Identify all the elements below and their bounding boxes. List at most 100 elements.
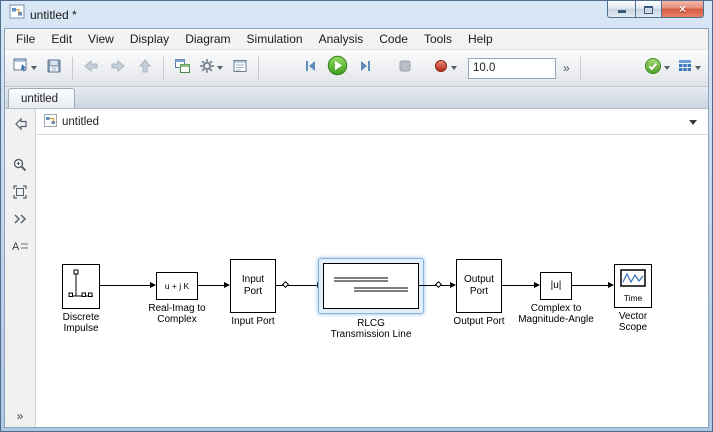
record-dropdown-caret[interactable] — [451, 66, 457, 70]
port-diamond — [281, 280, 290, 289]
menu-simulation[interactable]: Simulation — [239, 30, 311, 48]
block-input-port[interactable]: Input Port — [230, 259, 276, 313]
scope-time-text: Time — [623, 293, 643, 303]
grid-icon — [677, 58, 693, 79]
output-port-icon-text: Output — [463, 274, 495, 285]
run-button[interactable] — [325, 55, 350, 81]
new-model-button[interactable] — [10, 55, 39, 81]
discrete-impulse-icon — [66, 265, 96, 308]
main-area: A » untitled Discrete Impulse u + j K Re… — [5, 109, 708, 427]
model-properties-button[interactable] — [228, 55, 252, 81]
model-browser-button[interactable] — [170, 55, 194, 81]
sidebar-overflow-chevron[interactable]: » — [5, 409, 35, 423]
menu-edit[interactable]: Edit — [43, 30, 80, 48]
tab-untitled[interactable]: untitled — [8, 88, 76, 108]
menu-diagram[interactable]: Diagram — [177, 30, 238, 48]
toolbar-separator — [579, 56, 581, 80]
tab-label: untitled — [21, 92, 59, 105]
dock-arrow-button[interactable] — [8, 114, 32, 138]
close-button[interactable]: × — [661, 1, 704, 18]
panel-icon — [232, 58, 248, 79]
maximize-icon — [644, 6, 653, 14]
toolbar-separator — [163, 56, 164, 80]
wire[interactable] — [419, 285, 450, 286]
maximize-button[interactable] — [635, 1, 662, 18]
check-icon — [644, 57, 662, 80]
toolbar-separator — [72, 56, 73, 80]
library-browser-button[interactable] — [675, 55, 703, 81]
advisor-dropdown-caret[interactable] — [664, 66, 670, 70]
gear-icon — [199, 58, 215, 79]
model-canvas[interactable]: Discrete Impulse u + j K Real-Imag to Co… — [36, 135, 708, 427]
block-label-rlcg: RLCG Transmission Line — [330, 318, 412, 340]
tabstrip: untitled — [5, 87, 708, 109]
scope-icon — [620, 269, 646, 292]
forward-arrow-icon — [109, 58, 127, 79]
menu-analysis[interactable]: Analysis — [311, 30, 372, 48]
window-body: File Edit View Display Diagram Simulatio… — [4, 28, 709, 428]
block-label-complex-to-mag: Complex to Magnitude-Angle — [518, 303, 594, 325]
menubar: File Edit View Display Diagram Simulatio… — [5, 29, 708, 50]
wire[interactable] — [502, 285, 534, 286]
toolbar-overflow-chevron[interactable]: » — [559, 61, 574, 75]
double-arrow-button[interactable] — [8, 209, 32, 233]
real-imag-icon-text: u + j K — [164, 281, 190, 291]
menu-display[interactable]: Display — [122, 30, 177, 48]
transmission-line-icon — [326, 265, 416, 308]
wire[interactable] — [100, 285, 150, 286]
block-complex-to-magnitude-angle[interactable]: |u| — [540, 272, 572, 300]
input-port-icon-text: Input — [241, 274, 265, 285]
block-label-vector-scope: Vector Scope — [618, 311, 648, 333]
step-forward-icon — [357, 58, 374, 79]
window-controls: × — [607, 1, 704, 18]
block-vector-scope[interactable]: Time — [614, 264, 652, 308]
fit-view-icon — [12, 184, 28, 205]
simulink-window: untitled * × File Edit View Display Diag… — [0, 0, 713, 432]
close-icon: × — [678, 2, 686, 16]
block-rlcg-transmission-line[interactable] — [323, 263, 419, 309]
sim-stop-time-input[interactable] — [468, 57, 556, 79]
step-back-button[interactable] — [298, 55, 322, 81]
titlebar[interactable]: untitled * × — [1, 1, 712, 28]
breadcrumb-dropdown-caret[interactable] — [689, 120, 697, 125]
menu-help[interactable]: Help — [460, 30, 501, 48]
block-label-discrete-impulse: Discrete Impulse — [62, 312, 100, 334]
block-real-imag-to-complex[interactable]: u + j K — [156, 272, 198, 300]
new-model-icon — [12, 57, 29, 79]
navigate-back-button[interactable] — [79, 55, 103, 81]
fit-view-button[interactable] — [8, 182, 32, 206]
minimize-button[interactable] — [607, 1, 636, 18]
app-icon — [9, 4, 25, 25]
menu-view[interactable]: View — [80, 30, 122, 48]
menu-tools[interactable]: Tools — [416, 30, 460, 48]
settings-dropdown-caret[interactable] — [217, 66, 223, 70]
menu-file[interactable]: File — [8, 30, 43, 48]
stop-button[interactable] — [393, 55, 417, 81]
magnifier-icon — [12, 157, 28, 178]
menu-code[interactable]: Code — [371, 30, 416, 48]
model-settings-button[interactable] — [197, 55, 225, 81]
save-icon — [46, 58, 62, 79]
zoom-button[interactable] — [8, 155, 32, 179]
annotation-button[interactable]: A — [8, 236, 32, 260]
annotation-icon: A — [11, 239, 29, 258]
toolbar-separator — [258, 56, 259, 80]
library-dropdown-caret[interactable] — [695, 66, 701, 70]
block-label-real-imag: Real-Imag to Complex — [148, 303, 206, 325]
block-output-port[interactable]: Output Port — [456, 259, 502, 313]
navigate-up-button[interactable] — [133, 55, 157, 81]
new-model-dropdown-caret[interactable] — [31, 66, 37, 70]
minimize-icon — [617, 10, 626, 13]
breadcrumb-model-name[interactable]: untitled — [62, 116, 99, 128]
wire[interactable] — [572, 285, 608, 286]
run-icon — [327, 55, 348, 81]
model-advisor-button[interactable] — [642, 55, 672, 81]
svg-text:A: A — [12, 241, 20, 253]
navigate-forward-button[interactable] — [106, 55, 130, 81]
record-button[interactable] — [431, 55, 459, 81]
block-discrete-impulse[interactable] — [62, 264, 100, 309]
step-forward-button[interactable] — [353, 55, 377, 81]
save-button[interactable] — [42, 55, 66, 81]
wire[interactable] — [198, 285, 224, 286]
stop-icon — [397, 58, 413, 79]
